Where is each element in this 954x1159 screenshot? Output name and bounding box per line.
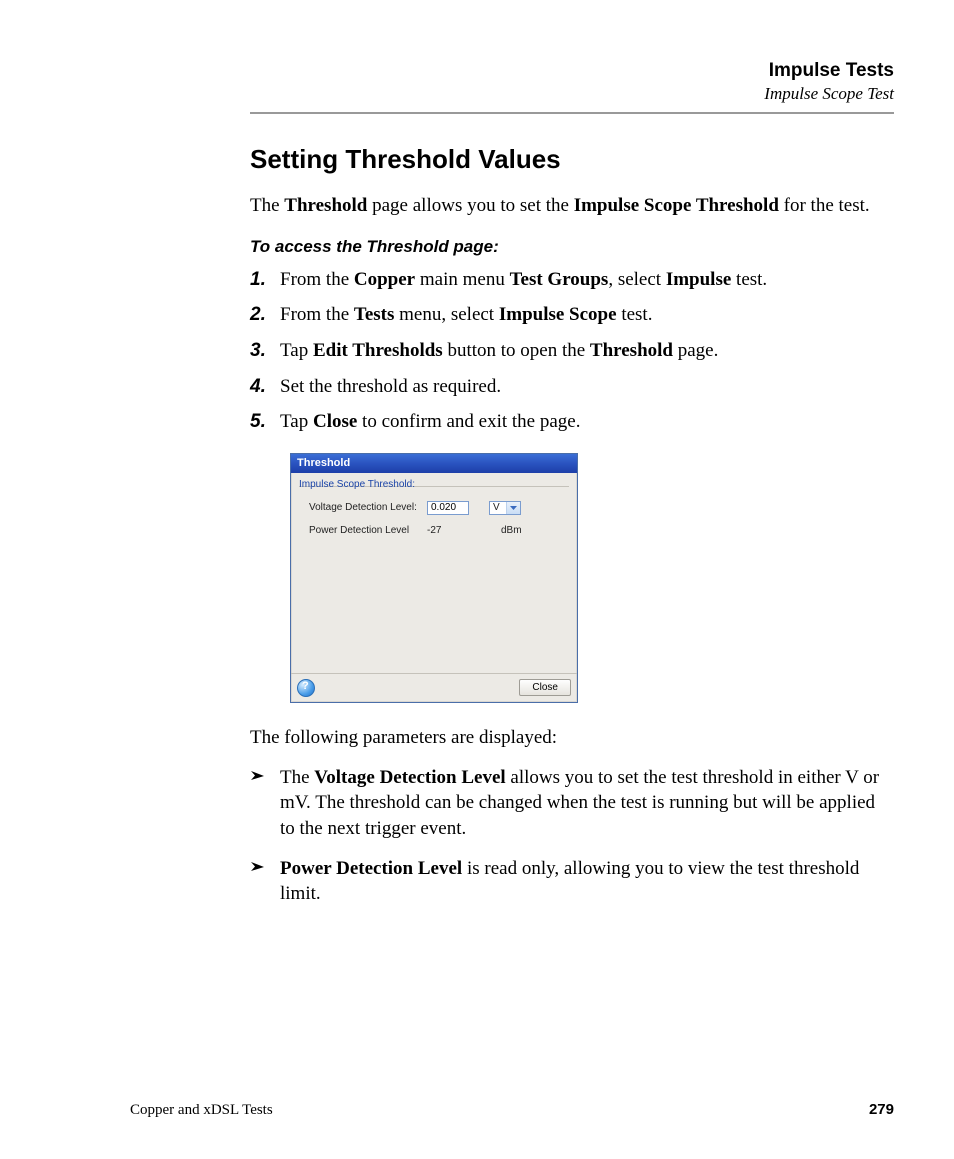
section-title: Setting Threshold Values (250, 144, 894, 175)
voltage-unit-value: V (490, 502, 506, 513)
voltage-input[interactable] (427, 501, 469, 515)
step-item: 3. Tap Edit Thresholds button to open th… (250, 338, 894, 364)
step-item: 5. Tap Close to confirm and exit the pag… (250, 409, 894, 435)
access-heading: To access the Threshold page: (250, 237, 894, 257)
page-footer: Copper and xDSL Tests 279 (130, 1101, 894, 1119)
voltage-row: Voltage Detection Level: V (299, 501, 569, 515)
dialog-footer: Close (291, 673, 577, 702)
step-item: 4. Set the threshold as required. (250, 374, 894, 400)
close-button[interactable]: Close (519, 679, 571, 696)
step-number: 5. (250, 409, 280, 435)
step-number: 4. (250, 374, 280, 400)
header-title: Impulse Tests (250, 60, 894, 82)
power-label: Power Detection Level (309, 525, 427, 536)
following-paragraph: The following parameters are displayed: (250, 727, 894, 749)
power-value: -27 (427, 525, 481, 536)
intro-paragraph: The Threshold page allows you to set the… (250, 193, 894, 219)
arrow-icon (250, 765, 280, 842)
header-subtitle: Impulse Scope Test (250, 84, 894, 104)
step-number: 3. (250, 338, 280, 364)
help-icon[interactable] (297, 679, 315, 697)
header-rule (250, 112, 894, 114)
dialog-body: Impulse Scope Threshold: Voltage Detecti… (291, 473, 577, 673)
page-number: 279 (869, 1101, 894, 1118)
step-number: 1. (250, 267, 280, 293)
arrow-icon (250, 856, 280, 907)
voltage-label: Voltage Detection Level: (309, 502, 427, 513)
step-number: 2. (250, 302, 280, 328)
voltage-unit-select[interactable]: V (489, 501, 521, 515)
dialog-title: Threshold (291, 454, 577, 473)
page-header: Impulse Tests Impulse Scope Test (250, 60, 894, 104)
bullet-item: Power Detection Level is read only, allo… (250, 856, 894, 907)
group-label: Impulse Scope Threshold: (299, 479, 415, 490)
power-row: Power Detection Level -27 dBm (299, 525, 569, 536)
bullet-list: The Voltage Detection Level allows you t… (250, 765, 894, 907)
chevron-down-icon (506, 502, 520, 514)
step-item: 1. From the Copper main menu Test Groups… (250, 267, 894, 293)
step-item: 2. From the Tests menu, select Impulse S… (250, 302, 894, 328)
steps-list: 1. From the Copper main menu Test Groups… (250, 267, 894, 435)
bullet-item: The Voltage Detection Level allows you t… (250, 765, 894, 842)
footer-left: Copper and xDSL Tests (130, 1102, 273, 1119)
power-unit: dBm (501, 525, 522, 536)
threshold-dialog: Threshold Impulse Scope Threshold: Volta… (290, 453, 578, 703)
